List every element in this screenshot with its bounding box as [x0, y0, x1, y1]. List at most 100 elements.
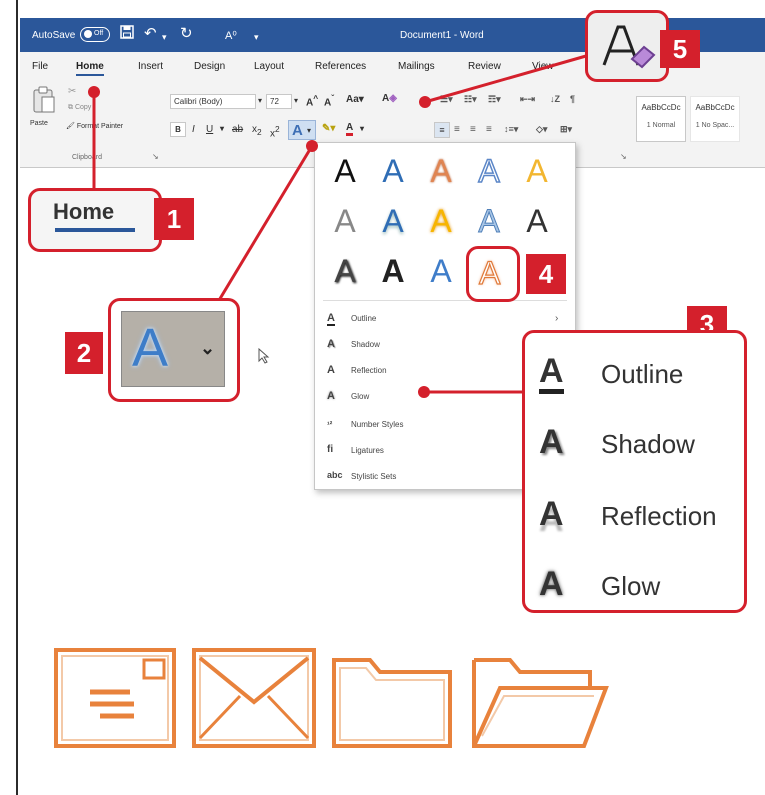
- text-effects-dropdown-icon: ▾: [307, 126, 312, 135]
- undo-dropdown-icon[interactable]: ▾: [162, 28, 167, 46]
- menu-item-shadow-label: Shadow: [351, 340, 380, 349]
- enlarged-chevron-down-icon: ⌄: [200, 338, 216, 358]
- clear-formatting-large-icon: [602, 25, 656, 69]
- autosave-label: AutoSave: [32, 30, 76, 41]
- underline-button[interactable]: U: [206, 124, 213, 135]
- effect-style-4[interactable]: A: [469, 152, 509, 190]
- cut-icon[interactable]: ✂: [68, 86, 76, 97]
- font-size-icon[interactable]: A⁰: [225, 27, 237, 45]
- paste-icon[interactable]: [32, 86, 56, 116]
- effect-style-11[interactable]: A: [325, 253, 365, 289]
- menu-item-number-styles[interactable]: ¹² Number Styles: [323, 415, 523, 435]
- font-color-dropdown-icon[interactable]: ▾: [360, 124, 364, 133]
- effect-style-10[interactable]: A: [517, 203, 557, 239]
- format-painter-button[interactable]: 🖌 Format Painter: [66, 122, 123, 130]
- effect-style-6[interactable]: A: [325, 203, 365, 239]
- tab-references[interactable]: References: [315, 61, 366, 72]
- number-styles-icon: ¹²: [327, 420, 333, 429]
- save-icon[interactable]: [120, 25, 134, 44]
- tab-design[interactable]: Design: [194, 61, 225, 72]
- menu-item-ligatures[interactable]: fi Ligatures: [323, 441, 523, 461]
- stylistic-sets-icon: abc: [327, 470, 343, 480]
- style-normal[interactable]: AaBbCcDc 1 Normal: [636, 96, 686, 142]
- borders-icon[interactable]: ⊞▾: [560, 124, 572, 135]
- effect-reflection-label: Reflection: [601, 501, 717, 531]
- tab-mailings[interactable]: Mailings: [398, 61, 435, 72]
- clear-formatting-icon[interactable]: A◈: [382, 93, 397, 104]
- font-color-icon[interactable]: A: [346, 122, 354, 136]
- mouse-cursor-icon: [258, 347, 270, 367]
- grow-font-icon[interactable]: A^: [306, 93, 318, 108]
- callout-number-1: 1: [154, 198, 194, 240]
- font-name-box[interactable]: Calibri (Body): [170, 94, 256, 109]
- clipboard-launcher-icon[interactable]: ↘: [152, 152, 159, 161]
- justify-button[interactable]: ≡: [486, 124, 492, 135]
- text-effects-button[interactable]: A ▾: [288, 120, 316, 140]
- shrink-font-icon[interactable]: Aˇ: [324, 93, 334, 108]
- tab-layout[interactable]: Layout: [254, 61, 284, 72]
- glow-icon: A: [327, 390, 335, 402]
- effect-style-12[interactable]: A: [373, 253, 413, 289]
- chevron-right-icon: ›: [555, 313, 559, 324]
- font-size-dropdown-icon[interactable]: ▾: [294, 96, 298, 105]
- effect-style-1[interactable]: A: [325, 153, 365, 189]
- underline-dropdown-icon[interactable]: ▾: [220, 124, 224, 133]
- callout-home: Home: [28, 188, 162, 252]
- indent-icon[interactable]: ⇤⇥: [520, 94, 535, 105]
- effect-outline: A Outline: [539, 349, 739, 399]
- style-no-spacing-preview: AaBbCcDc: [695, 103, 735, 112]
- effect-style-8[interactable]: A: [421, 203, 461, 239]
- bullets-icon[interactable]: ☰▾: [440, 94, 453, 105]
- menu-item-reflection[interactable]: A Reflection: [323, 361, 523, 381]
- font-name-dropdown-icon[interactable]: ▾: [258, 96, 262, 105]
- menu-item-outline[interactable]: A Outline: [323, 309, 523, 329]
- tab-home[interactable]: Home: [76, 61, 104, 76]
- menu-item-stylistic-sets[interactable]: abc Stylistic Sets: [323, 467, 523, 487]
- align-center-button[interactable]: ≡: [454, 124, 460, 135]
- superscript-button[interactable]: x2: [270, 124, 280, 139]
- paste-label[interactable]: Paste: [30, 120, 48, 127]
- effect-style-3[interactable]: A: [421, 153, 461, 189]
- sort-icon[interactable]: ↓Z: [550, 94, 560, 104]
- strikethrough-button[interactable]: ab: [232, 124, 243, 135]
- paragraph-launcher-icon[interactable]: ↘: [620, 152, 627, 161]
- effect-style-13[interactable]: A: [421, 253, 461, 289]
- align-right-button[interactable]: ≡: [470, 124, 476, 135]
- undo-icon[interactable]: ↶: [144, 25, 157, 43]
- tab-file[interactable]: File: [32, 61, 48, 72]
- font-size-box[interactable]: 72: [266, 94, 292, 109]
- shading-icon[interactable]: ◇▾: [536, 124, 547, 135]
- highlight-icon[interactable]: ✎▾: [322, 123, 335, 134]
- connector-2: [216, 145, 314, 303]
- menu-item-glow[interactable]: A Glow: [323, 387, 523, 407]
- effect-glow-icon: A: [539, 565, 564, 603]
- effect-outline-label: Outline: [601, 359, 684, 389]
- numbering-icon[interactable]: ☷▾: [464, 94, 477, 105]
- tab-review[interactable]: Review: [468, 61, 501, 72]
- subscript-button[interactable]: x2: [252, 124, 262, 137]
- effect-style-2[interactable]: A: [373, 153, 413, 189]
- italic-button[interactable]: I: [192, 124, 195, 135]
- bold-button[interactable]: B: [170, 122, 186, 137]
- change-case-icon[interactable]: Aa▾: [346, 94, 364, 105]
- menu-item-ligatures-label: Ligatures: [351, 446, 384, 455]
- effect-shadow-label: Shadow: [601, 429, 695, 459]
- tab-insert[interactable]: Insert: [138, 61, 163, 72]
- tab-view[interactable]: View: [532, 61, 554, 72]
- menu-item-shadow[interactable]: A Shadow: [323, 335, 523, 355]
- multilevel-list-icon[interactable]: ☶▾: [488, 94, 501, 105]
- effect-style-5[interactable]: A: [517, 153, 557, 189]
- effect-style-9[interactable]: A: [469, 203, 509, 240]
- ligatures-icon: fi: [327, 444, 334, 455]
- style-no-spacing[interactable]: AaBbCcDc 1 No Spac...: [690, 96, 740, 142]
- align-left-button[interactable]: ≡: [434, 122, 450, 138]
- copy-button[interactable]: ⧉ Copy: [68, 104, 91, 112]
- redo-icon[interactable]: ↻: [180, 25, 193, 43]
- effect-style-7[interactable]: A: [373, 203, 413, 239]
- style-normal-preview: AaBbCcDc: [641, 103, 681, 112]
- autosave-toggle[interactable]: Off: [80, 27, 110, 42]
- customize-toolbar-icon[interactable]: ▾: [254, 28, 259, 46]
- line-spacing-icon[interactable]: ↕≡▾: [504, 124, 518, 135]
- show-marks-icon[interactable]: ¶: [570, 94, 575, 104]
- menu-item-stylistic-sets-label: Stylistic Sets: [351, 472, 397, 481]
